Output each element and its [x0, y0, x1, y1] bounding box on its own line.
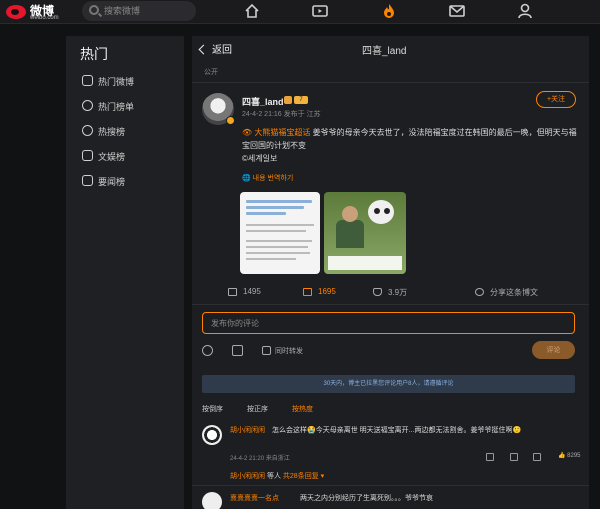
search-icon	[89, 5, 99, 15]
visibility-label: 公开	[204, 69, 218, 76]
top-navigation-bar: 微博 weibo.com	[0, 0, 600, 24]
image-text-line	[246, 240, 312, 242]
comment-count: 1695	[318, 287, 336, 296]
thumbs-up-icon	[373, 288, 382, 296]
reply-icon[interactable]	[533, 453, 541, 461]
post-meta: 24-4-2 21:16 发布于 江苏	[242, 111, 321, 118]
clock-icon	[82, 100, 93, 111]
post-source: ©세계일보	[242, 154, 278, 163]
translate-link[interactable]: 🌐 내용 번역하기	[242, 173, 293, 183]
image-text-line	[246, 200, 312, 203]
panda-eye	[374, 208, 380, 214]
comment-like-count[interactable]: 👍 8295	[558, 452, 581, 459]
comment-input[interactable]	[202, 312, 575, 334]
back-button[interactable]: 返回	[198, 41, 232, 56]
like-count: 3.9万	[388, 288, 408, 297]
sort-by-reverse[interactable]: 按倒序	[202, 404, 223, 414]
comment-meta: 24-4-2 21:20 来自浙江	[230, 456, 290, 462]
comment-text: 两天之内分别经历了生离死别。。。爷爷节哀	[300, 495, 433, 502]
member-crown-icon	[284, 96, 292, 104]
page-title: 四喜_land	[362, 46, 407, 57]
image-text-line	[246, 206, 304, 209]
share-icon	[475, 288, 484, 296]
post-image-panda-photo[interactable]	[324, 192, 406, 274]
fire-icon	[82, 75, 93, 86]
comment-notice-banner: 30天内，博主已拉黑您评论用户8人，请遵循评论	[202, 375, 575, 393]
brand-domain: weibo.com	[30, 15, 59, 21]
repost-icon	[228, 288, 237, 296]
image-text-line	[246, 246, 308, 248]
chevron-left-icon	[198, 44, 209, 55]
author-name[interactable]: 四喜_land	[242, 95, 284, 108]
reply-author: 胡小闲闲闲	[230, 473, 265, 480]
video-icon[interactable]	[311, 2, 329, 20]
search-box[interactable]	[82, 1, 196, 21]
image-text-line	[246, 230, 306, 232]
chevron-down-icon: ▾	[320, 473, 325, 480]
sort-by-hot[interactable]: 按热度	[292, 404, 313, 414]
person-head	[342, 206, 358, 222]
person-figure	[336, 220, 364, 248]
translate-label: 내용 번역하기	[252, 175, 294, 182]
level-badge: 7	[294, 96, 308, 104]
profile-icon[interactable]	[516, 2, 534, 20]
message-icon[interactable]	[448, 2, 466, 20]
post-text: 👁 大熊猫福宝超话 姜爷爷的母亲今天去世了，没法陪福宝度过在韩国的最后一晚，但明…	[242, 126, 578, 165]
post-detail-panel: 返回 四喜_land 公开 四喜_land 7 24-4-2 21:16 发布于…	[192, 36, 589, 509]
sidebar-item-label: 要闻榜	[98, 177, 126, 187]
divider	[192, 82, 589, 83]
image-upload-icon[interactable]	[232, 345, 243, 356]
weibo-logo-icon	[6, 5, 26, 19]
commenter-name[interactable]: 胡小闲闲闲	[230, 425, 265, 435]
repost-icon[interactable]	[510, 453, 518, 461]
divider	[192, 304, 589, 305]
image-text-line	[246, 252, 310, 254]
image-text-line	[246, 224, 314, 226]
sidebar-title: 热门	[80, 46, 108, 62]
image-text-line	[246, 212, 286, 215]
comment-like-value: 8295	[567, 453, 581, 459]
comment-body: 怎么会这样😭今天母亲离世 明天送福宝离开...两边都无法割舍。姜爷爷挺住啊🙂	[272, 427, 522, 434]
image-text-line	[246, 258, 296, 260]
comment-text: 怎么会这样😭今天母亲离世 明天送福宝离开...两边都无法割舍。姜爷爷挺住啊🙂	[230, 425, 570, 437]
sidebar-item-label: 热门微博	[98, 77, 135, 87]
image-caption-strip	[328, 256, 402, 270]
report-icon[interactable]	[486, 453, 494, 461]
hot-fire-icon[interactable]	[380, 2, 398, 20]
follow-button[interactable]: +关注	[536, 91, 576, 108]
reply-others: 等人	[266, 473, 281, 480]
post-actions: 1495 1695 3.9万 分享这条博文	[192, 286, 589, 300]
home-icon[interactable]	[243, 2, 261, 20]
search-rank-icon	[82, 125, 93, 136]
panda-figure	[368, 200, 394, 224]
news-icon	[82, 175, 93, 186]
topic-label: 大熊猫福宝超话	[254, 128, 311, 137]
sidebar-item-label: 热门榜单	[98, 102, 135, 112]
sort-by-order[interactable]: 按正序	[247, 404, 268, 414]
weibo-logo[interactable]: 微博 weibo.com	[6, 1, 76, 23]
topic-link[interactable]: 👁 大熊猫福宝超话	[242, 128, 310, 137]
divider	[192, 485, 589, 486]
post-image-screenshot[interactable]	[240, 192, 320, 274]
repost-count: 1495	[243, 287, 261, 296]
commenter-avatar[interactable]	[202, 492, 222, 509]
back-label: 返回	[212, 45, 232, 56]
emoji-icon[interactable]	[202, 345, 213, 356]
search-input[interactable]	[104, 4, 190, 18]
reply-summary[interactable]: 胡小闲闲闲 等人 共28条回复 ▾	[230, 471, 324, 481]
sidebar-item-label: 文娱榜	[98, 152, 126, 162]
verified-badge-icon	[226, 116, 235, 125]
repost-checkbox[interactable]	[262, 346, 271, 355]
entertainment-icon	[82, 150, 93, 161]
share-label: 分享这条博文	[490, 288, 538, 297]
submit-comment-button[interactable]: 评论	[532, 341, 575, 359]
commenter-avatar[interactable]	[202, 425, 222, 445]
repost-checkbox-label: 同时转发	[275, 348, 303, 355]
panda-eye	[384, 208, 390, 214]
sidebar: 热门 热门微博 热门榜单 热搜榜 文娱榜 要闻榜	[66, 36, 184, 509]
commenter-name[interactable]: 熹熹熹熹一名点	[230, 493, 279, 503]
comment-icon	[303, 288, 312, 296]
reply-total: 共28条回复	[282, 473, 319, 480]
sidebar-item-label: 热搜榜	[98, 127, 126, 137]
